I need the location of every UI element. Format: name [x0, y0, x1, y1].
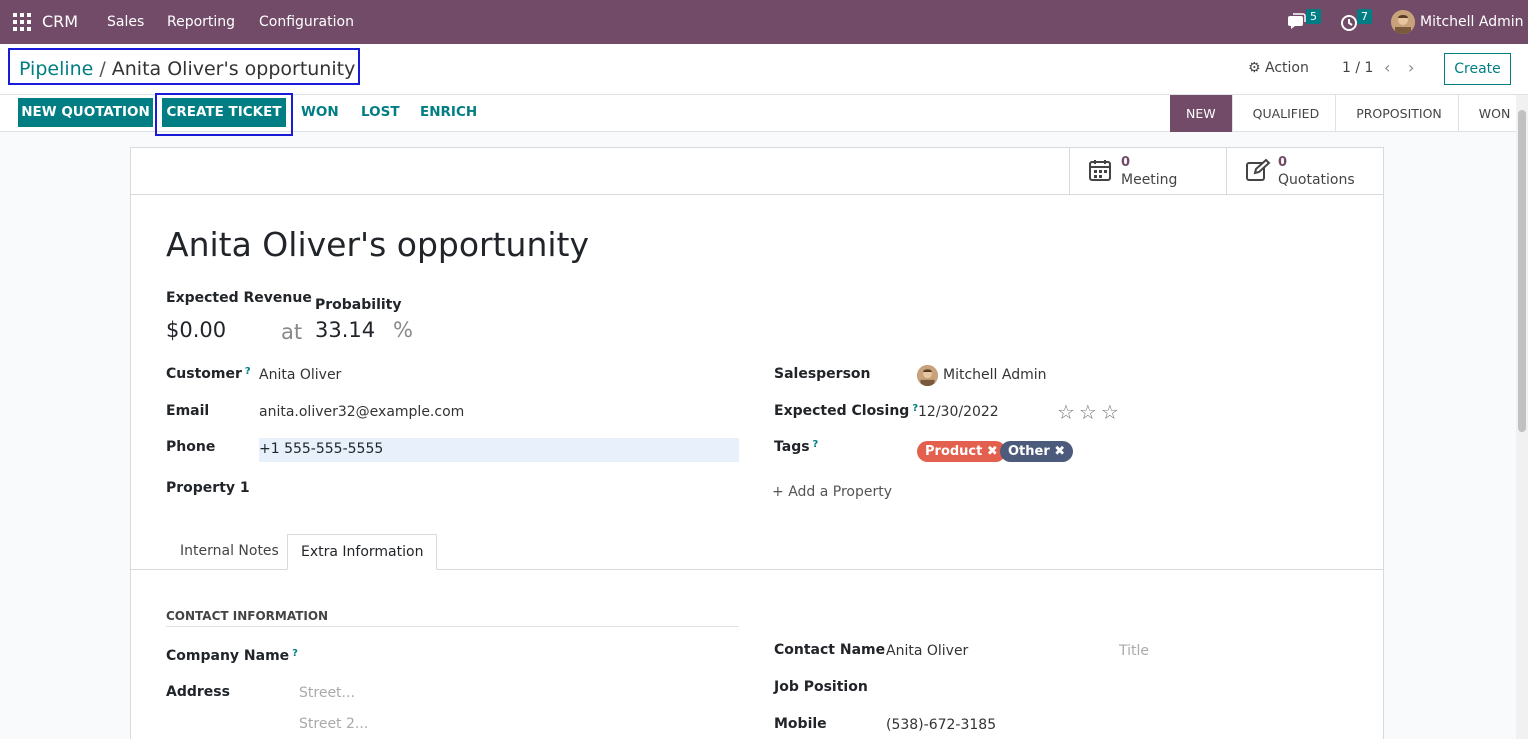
control-panel: Pipeline / Anita Oliver's opportunity ⚙ Ac… [0, 44, 1528, 136]
record-title[interactable]: Anita Oliver's opportunity [166, 225, 589, 264]
probability-field[interactable]: 33.14 [315, 318, 375, 342]
pager-value[interactable]: 1 / 1 [1342, 60, 1373, 76]
company-name-label: Company Name? [166, 648, 298, 664]
phone-label: Phone [166, 439, 216, 455]
top-navbar: CRM Sales Reporting Configuration 5 7 Mi… [0, 0, 1528, 44]
tags-help-icon[interactable]: ? [813, 439, 819, 450]
app-brand[interactable]: CRM [42, 12, 78, 31]
remove-tag-icon[interactable]: ✖ [1054, 444, 1065, 459]
messages-badge: 5 [1306, 9, 1321, 24]
title-input[interactable]: Title [1119, 643, 1149, 659]
customer-help-icon[interactable]: ? [245, 366, 251, 377]
user-avatar[interactable] [1391, 10, 1415, 34]
add-property-button[interactable]: + Add a Property [772, 484, 892, 500]
salesperson-avatar [917, 365, 938, 386]
menu-sales[interactable]: Sales [107, 14, 144, 30]
contact-information-heading: CONTACT INFORMATION [166, 609, 329, 623]
street-input[interactable]: Street... [299, 685, 355, 701]
clock-icon[interactable] [1340, 10, 1358, 34]
expected-closing-label: Expected Closing? [774, 403, 919, 419]
salesperson-field[interactable]: Mitchell Admin [943, 367, 1047, 383]
action-label: Action [1265, 60, 1309, 76]
property-1-label: Property 1 [166, 480, 250, 496]
smart-buttons-row: 0 Meeting 0 Quotations [131, 148, 1383, 195]
expected-revenue-field[interactable]: $0.00 [166, 318, 226, 342]
user-name[interactable]: Mitchell Admin [1420, 14, 1524, 30]
stage-new[interactable]: NEW [1170, 95, 1232, 132]
percent-sign: % [393, 318, 413, 342]
quotations-count: 0 [1278, 155, 1288, 170]
breadcrumb-pipeline-link[interactable]: Pipeline [19, 58, 93, 80]
phone-field[interactable]: +1 555-555-5555 [259, 441, 383, 457]
meeting-count: 0 [1121, 155, 1131, 170]
calendar-icon [1088, 158, 1112, 186]
plus-icon: + [772, 484, 784, 500]
probability-label: Probability [315, 297, 402, 313]
customer-label: Customer? [166, 366, 251, 382]
edit-icon [1245, 158, 1271, 186]
mobile-field[interactable]: (538)-672-3185 [886, 717, 996, 733]
enrich-button[interactable]: ENRICH [420, 104, 477, 120]
quotations-label: Quotations [1278, 172, 1355, 188]
street2-input[interactable]: Street 2... [299, 716, 368, 732]
job-position-label: Job Position [774, 679, 868, 695]
create-button[interactable]: Create [1444, 53, 1511, 85]
customer-field[interactable]: Anita Oliver [259, 367, 341, 383]
breadcrumb-separator: / [99, 58, 106, 80]
tag-other[interactable]: Other ✖ [1000, 441, 1074, 462]
quotations-smart-button[interactable]: 0 Quotations [1226, 148, 1383, 195]
company-name-help-icon[interactable]: ? [292, 648, 298, 659]
form-sheet: 0 Meeting 0 Quotations Anita Oliver's op… [130, 147, 1384, 739]
chat-icon[interactable] [1287, 10, 1307, 34]
salesperson-label: Salesperson [774, 366, 871, 382]
expected-closing-field[interactable]: 12/30/2022 [918, 404, 999, 420]
address-label: Address [166, 684, 230, 700]
activities-badge: 7 [1357, 9, 1372, 24]
stage-qualified[interactable]: QUALIFIED [1231, 95, 1336, 132]
create-ticket-highlight [155, 93, 293, 136]
menu-configuration[interactable]: Configuration [259, 14, 354, 30]
meeting-smart-button[interactable]: 0 Meeting [1069, 148, 1226, 195]
expected-revenue-label: Expected Revenue [166, 290, 312, 306]
apps-menu-icon[interactable] [13, 13, 31, 31]
won-button[interactable]: WON [301, 104, 339, 120]
tags-label: Tags? [774, 439, 819, 455]
tab-internal-notes[interactable]: Internal Notes [167, 534, 292, 570]
email-label: Email [166, 403, 210, 419]
tag-product[interactable]: Product ✖ [917, 441, 1006, 462]
tab-extra-information[interactable]: Extra Information [287, 534, 438, 570]
section-divider [166, 626, 739, 627]
contact-name-label: Contact Name [774, 642, 886, 658]
lost-button[interactable]: LOST [361, 104, 400, 120]
stage-statusbar: NEW QUALIFIED PROPOSITION WON [1170, 95, 1526, 132]
at-label: at [281, 320, 303, 344]
pager-previous-icon[interactable]: ‹ [1384, 58, 1390, 77]
mobile-label: Mobile [774, 716, 827, 732]
breadcrumb: Pipeline / Anita Oliver's opportunity [8, 48, 360, 85]
email-field[interactable]: anita.oliver32@example.com [259, 404, 464, 420]
new-quotation-button[interactable]: NEW QUOTATION [18, 98, 153, 127]
contact-name-field[interactable]: Anita Oliver [886, 643, 968, 659]
action-menu[interactable]: ⚙ Action [1248, 60, 1309, 76]
gear-icon: ⚙ [1248, 60, 1261, 76]
breadcrumb-current: Anita Oliver's opportunity [111, 58, 356, 80]
pager-next-icon[interactable]: › [1408, 58, 1414, 77]
priority-star-icons[interactable]: ☆☆☆ [1057, 400, 1123, 424]
scrollbar-thumb[interactable] [1518, 110, 1526, 432]
menu-reporting[interactable]: Reporting [167, 14, 235, 30]
meeting-label: Meeting [1121, 172, 1178, 188]
remove-tag-icon[interactable]: ✖ [987, 444, 998, 459]
stage-proposition[interactable]: PROPOSITION [1335, 95, 1458, 132]
